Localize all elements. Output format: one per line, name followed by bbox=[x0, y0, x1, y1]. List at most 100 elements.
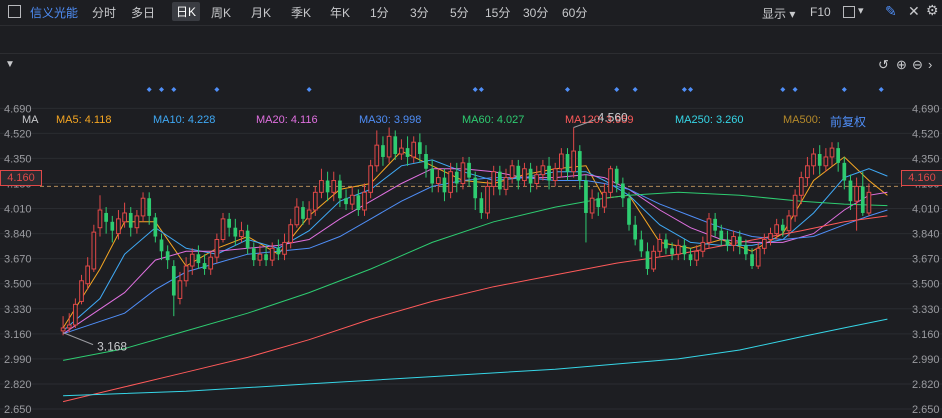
candle-body-up bbox=[522, 168, 527, 182]
collapse-icon[interactable]: ▼ bbox=[5, 59, 15, 70]
candle-body-down bbox=[276, 248, 281, 255]
settings-icon[interactable]: ⚙ bbox=[926, 2, 939, 19]
chevron-down-icon: ▾ bbox=[789, 7, 796, 21]
high-annotation-label: 4.560 bbox=[598, 110, 628, 124]
candle-body-down bbox=[596, 198, 601, 208]
candle-body-down bbox=[479, 198, 484, 213]
candle-body-down bbox=[325, 180, 330, 193]
candle-body-down bbox=[744, 245, 748, 255]
undo-icon[interactable]: ↺ bbox=[878, 57, 889, 73]
candle-body-up bbox=[762, 238, 767, 249]
event-marker-icon bbox=[171, 87, 177, 92]
candle-body-up bbox=[91, 231, 97, 270]
candle-body-up bbox=[798, 177, 804, 196]
add-icon[interactable]: ⊕ bbox=[896, 57, 907, 73]
current-price-tag-left: 4.160 bbox=[0, 170, 42, 186]
pen-icon[interactable]: ✎ bbox=[885, 3, 897, 20]
event-marker-icon bbox=[214, 87, 220, 92]
candle-body-down bbox=[633, 224, 638, 240]
candle-body-down bbox=[227, 218, 232, 228]
candle-body-up bbox=[189, 253, 195, 267]
event-marker-icon bbox=[792, 87, 798, 92]
candle-body-up bbox=[559, 153, 564, 170]
candle-body-down bbox=[842, 162, 847, 181]
chevron-right-icon[interactable]: › bbox=[928, 57, 932, 72]
candle-body-down bbox=[301, 207, 305, 219]
candle-body-up bbox=[282, 241, 287, 255]
candle-body-down bbox=[430, 168, 435, 184]
candle-body-down bbox=[202, 263, 207, 269]
candle-body-down bbox=[614, 168, 619, 184]
candle-body-down bbox=[627, 198, 631, 225]
candle-body-down bbox=[424, 154, 428, 169]
indicator-bar: ▼ MA MA5: 4.118 MA10: 4.228 MA20: 4.116 … bbox=[0, 54, 942, 129]
candle-body-up bbox=[331, 180, 337, 193]
period-tab[interactable]: 日K bbox=[172, 2, 201, 21]
layout-checkbox[interactable] bbox=[843, 6, 855, 18]
candle-body-down bbox=[159, 239, 164, 252]
period-tab[interactable]: 60分 bbox=[562, 4, 587, 21]
period-tab[interactable]: 季K bbox=[291, 4, 311, 21]
candle-body-down bbox=[171, 266, 176, 296]
candle-body-up bbox=[854, 185, 859, 202]
period-tab[interactable]: 5分 bbox=[450, 4, 469, 21]
candle-body-down bbox=[344, 198, 348, 205]
candle-body-down bbox=[356, 195, 361, 211]
y-tick-label-left: 2.820 bbox=[4, 379, 32, 391]
candle-body-down bbox=[688, 254, 693, 261]
remove-icon[interactable]: ⊖ bbox=[912, 57, 923, 73]
candle-body-down bbox=[497, 171, 502, 190]
period-tab[interactable]: 30分 bbox=[523, 4, 548, 21]
candle-body-up bbox=[269, 247, 275, 261]
candle-body-down bbox=[251, 248, 256, 261]
y-tick-label-left: 2.650 bbox=[4, 404, 32, 416]
y-tick-label-right: 2.650 bbox=[912, 404, 940, 416]
candle-body-down bbox=[516, 165, 521, 181]
candle-body-up bbox=[177, 280, 183, 299]
chevron-down-icon[interactable]: ▾ bbox=[858, 4, 864, 17]
period-tab[interactable]: 3分 bbox=[410, 4, 429, 21]
period-tab[interactable]: 1分 bbox=[370, 4, 389, 21]
candle-body-up bbox=[66, 324, 72, 329]
close-icon[interactable]: ✕ bbox=[908, 3, 920, 20]
candle-body-down bbox=[381, 145, 385, 157]
period-tab[interactable]: 月K bbox=[251, 4, 271, 21]
candle-body-up bbox=[208, 256, 214, 270]
period-tab[interactable]: 分时 bbox=[92, 4, 116, 21]
display-menu[interactable]: 显示 ▾ bbox=[762, 5, 795, 22]
candle-body-up bbox=[503, 177, 509, 190]
period-tab[interactable]: 多日 bbox=[131, 4, 155, 21]
period-tab[interactable]: 年K bbox=[330, 4, 350, 21]
event-marker-icon bbox=[688, 87, 694, 92]
candle-body-up bbox=[829, 147, 835, 158]
y-tick-label-right: 4.350 bbox=[912, 153, 940, 165]
candle-body-up bbox=[608, 168, 613, 193]
y-tick-label-left: 3.500 bbox=[4, 279, 32, 291]
candle-body-up bbox=[239, 230, 244, 238]
stock-name[interactable]: 信义光能 bbox=[30, 4, 78, 21]
candle-body-down bbox=[817, 154, 822, 166]
event-marker-icon bbox=[159, 87, 164, 92]
y-tick-label-left: 3.160 bbox=[4, 329, 32, 341]
candle-body-down bbox=[147, 198, 152, 216]
candle-body-up bbox=[288, 224, 294, 243]
y-tick-label-right: 3.330 bbox=[912, 304, 940, 316]
period-tab[interactable]: 15分 bbox=[485, 4, 510, 21]
y-tick-label-right: 2.990 bbox=[912, 354, 940, 366]
window-icon[interactable] bbox=[8, 5, 21, 18]
candle-body-down bbox=[836, 148, 841, 163]
candle-body-down bbox=[750, 254, 754, 267]
candle-body-down bbox=[682, 245, 687, 255]
candle-body-up bbox=[866, 191, 872, 214]
y-tick-label-right: 3.160 bbox=[912, 329, 940, 341]
period-tab[interactable]: 周K bbox=[211, 4, 231, 21]
candle-body-down bbox=[639, 239, 644, 252]
candlestick-chart[interactable]: 4.6904.6904.5204.5204.3504.3504.1804.180… bbox=[0, 78, 942, 418]
event-marker-icon bbox=[681, 87, 687, 92]
candle-body-down bbox=[165, 251, 170, 261]
f10-button[interactable]: F10 bbox=[810, 5, 831, 19]
event-marker-icon bbox=[841, 87, 847, 92]
candle-body-up bbox=[312, 191, 318, 211]
candle-body-down bbox=[664, 239, 668, 249]
candle-body-up bbox=[73, 303, 78, 326]
